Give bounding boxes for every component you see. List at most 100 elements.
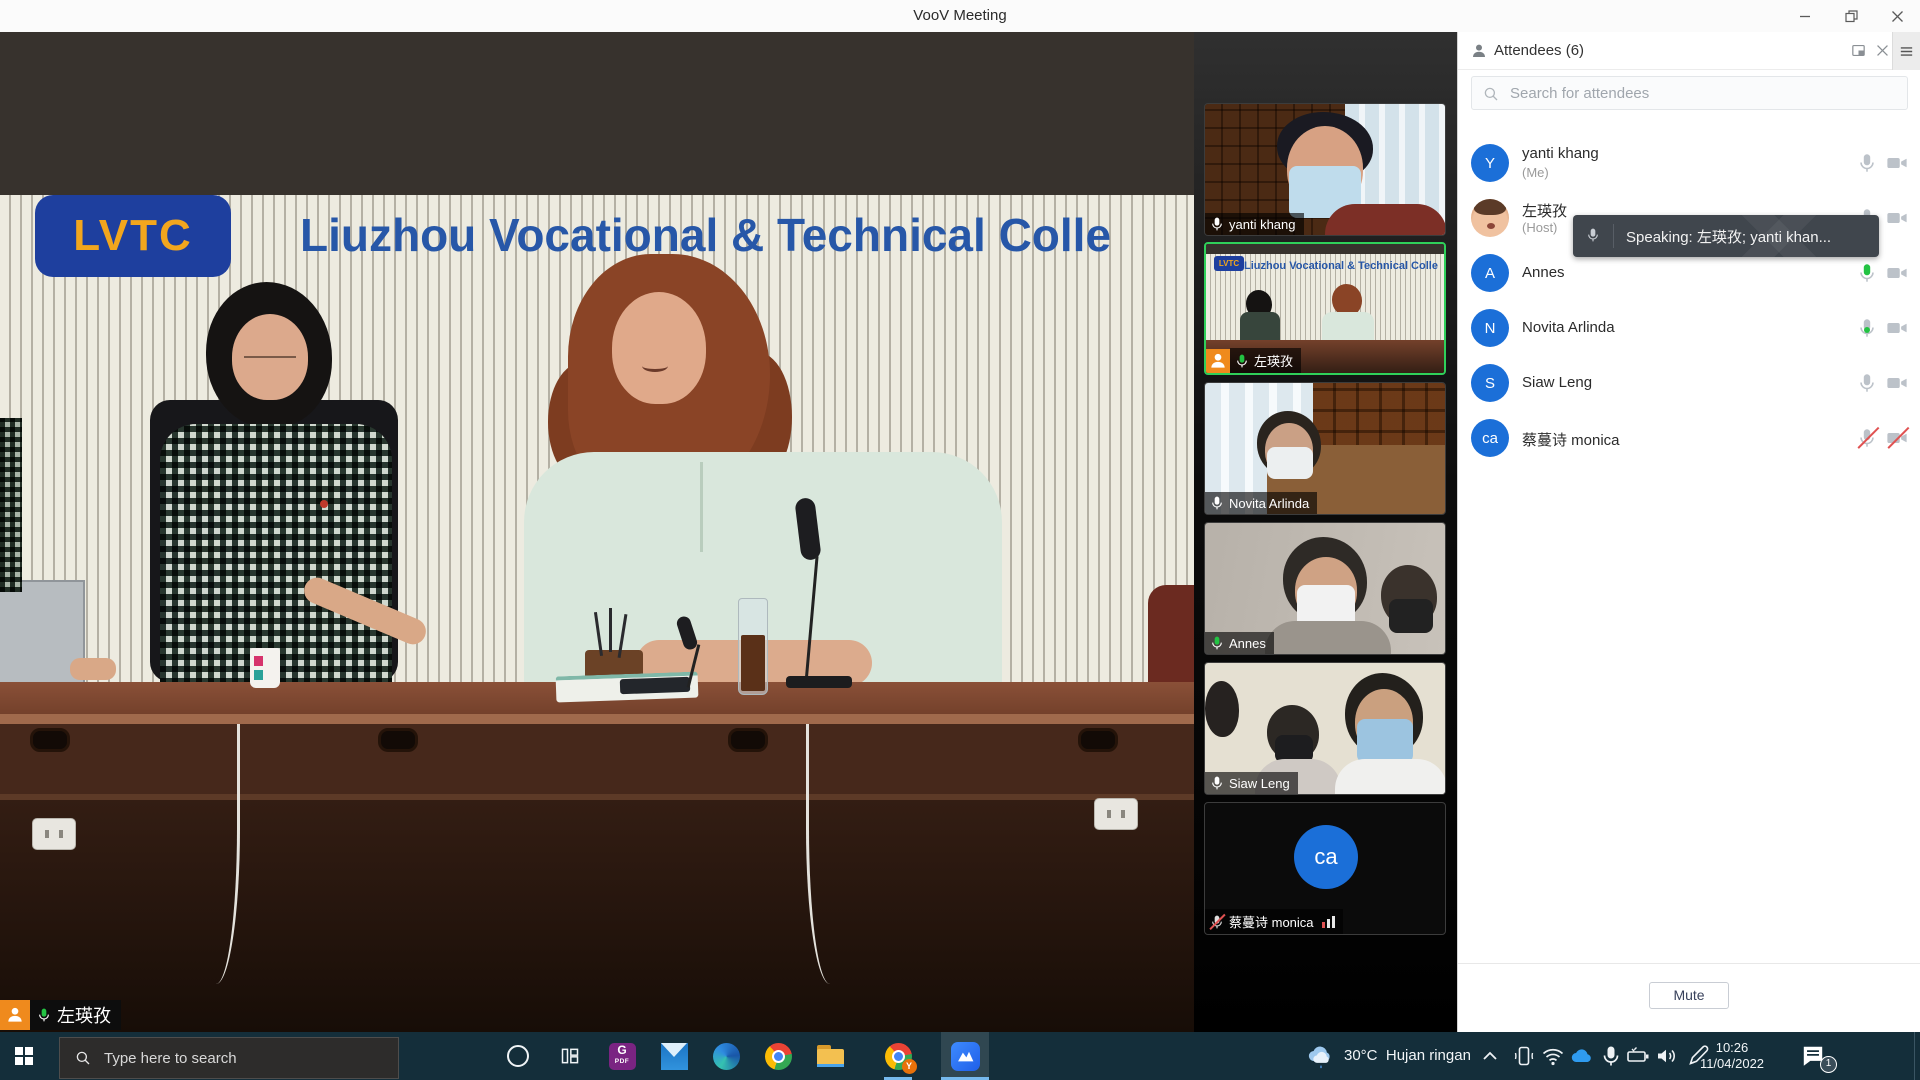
battery-charging-icon[interactable] xyxy=(1626,1044,1650,1068)
camera-icon[interactable] xyxy=(1886,207,1908,229)
mic-icon xyxy=(1585,227,1603,245)
wall-outlet xyxy=(1094,798,1138,830)
attendee-name: Siaw Leng xyxy=(1522,374,1592,391)
video-thumbnail-yanti-khang[interactable]: yanti khang xyxy=(1204,103,1446,236)
avatar: ca xyxy=(1471,419,1509,457)
close-button[interactable] xyxy=(1874,0,1920,32)
show-desktop-button[interactable] xyxy=(1914,1032,1920,1080)
task-view-icon xyxy=(560,1046,580,1066)
mic-speaking-icon[interactable] xyxy=(1856,262,1878,284)
mic-icon xyxy=(1209,775,1225,791)
wifi-icon[interactable] xyxy=(1541,1044,1565,1068)
mic-icon[interactable] xyxy=(1856,152,1878,174)
attendee-search[interactable] xyxy=(1471,76,1908,110)
video-thumbnail-monica[interactable]: ca 蔡蔓诗 monica xyxy=(1204,802,1446,935)
speaking-tooltip: Speaking: 左瑛孜; yanti khan... xyxy=(1573,215,1879,257)
task-view-button[interactable] xyxy=(546,1032,594,1080)
foxit-pdf-button[interactable]: GPDF xyxy=(598,1032,646,1080)
clock-date: 11/04/2022 xyxy=(1690,1056,1774,1072)
woman2-face xyxy=(612,292,706,404)
mic-muted-icon[interactable] xyxy=(1856,427,1878,449)
attendee-name: Annes xyxy=(1522,264,1565,281)
wall-outlet xyxy=(32,818,76,850)
signal-bars-icon xyxy=(1322,916,1335,928)
desk-mic-base xyxy=(786,676,852,688)
mic-icon[interactable] xyxy=(1856,372,1878,394)
video-thumbnail-novita-arlinda[interactable]: Novita Arlinda xyxy=(1204,382,1446,515)
woman1-body xyxy=(160,424,392,684)
weather-text[interactable]: 30°C Hujan ringan xyxy=(1344,1032,1471,1080)
chrome-icon xyxy=(765,1043,792,1070)
video-thumbnail-siaw-leng[interactable]: Siaw Leng xyxy=(1204,662,1446,795)
chrome-button[interactable] xyxy=(754,1032,802,1080)
camera-off-icon[interactable] xyxy=(1886,427,1908,449)
mic-muted-icon xyxy=(1209,914,1225,930)
mail-button[interactable] xyxy=(650,1032,698,1080)
onedrive-icon[interactable] xyxy=(1570,1044,1594,1068)
attendee-row[interactable]: ca 蔡蔓诗 monica xyxy=(1458,411,1920,466)
banner-text: Liuzhou Vocational & Technical Colle xyxy=(300,208,1194,268)
thumbnail-strip: yanti khang LVTC Liuzhou Vocational & Te… xyxy=(1194,32,1457,1032)
edge-button[interactable] xyxy=(702,1032,750,1080)
chrome-profile-button[interactable]: Y xyxy=(874,1032,922,1080)
watermark xyxy=(1719,215,1839,257)
attendee-name: 左瑛孜 xyxy=(1522,200,1567,221)
taskbar-search[interactable]: Type here to search xyxy=(59,1037,399,1079)
camera-icon[interactable] xyxy=(1886,372,1908,394)
mute-button[interactable]: Mute xyxy=(1649,982,1729,1009)
close-panel-icon[interactable] xyxy=(1874,42,1892,60)
avatar: Y xyxy=(1471,144,1509,182)
profile-badge: Y xyxy=(902,1059,917,1074)
notification-center-button[interactable]: 1 xyxy=(1800,1043,1830,1069)
woman1-clip-mic xyxy=(320,500,328,508)
start-button[interactable] xyxy=(0,1032,48,1080)
voov-meeting-button[interactable] xyxy=(941,1032,989,1080)
main-video: LVTC Liuzhou Vocational & Technical Coll… xyxy=(0,32,1194,1032)
thumbnail-label: yanti khang xyxy=(1205,213,1304,235)
mini-banner-text: Liuzhou Vocational & Technical Colle xyxy=(1244,260,1444,272)
lvtc-logo: LVTC xyxy=(35,195,231,277)
restore-button[interactable] xyxy=(1828,0,1874,32)
edge-icon xyxy=(713,1043,740,1070)
mic-speaking-icon xyxy=(1209,635,1225,651)
camera-icon[interactable] xyxy=(1886,262,1908,284)
tray-microphone-icon[interactable] xyxy=(1599,1044,1623,1068)
attendees-person-icon xyxy=(1470,42,1488,60)
search-input[interactable] xyxy=(1508,77,1898,109)
weather-icon[interactable] xyxy=(1306,1041,1336,1071)
thumbnail-name: Annes xyxy=(1229,636,1266,651)
camera-icon[interactable] xyxy=(1886,152,1908,174)
thumbnail-name: yanti khang xyxy=(1229,217,1296,232)
attendee-name: yanti khang xyxy=(1522,145,1599,162)
popout-icon[interactable] xyxy=(1850,42,1868,60)
phone-icon[interactable] xyxy=(1512,1044,1536,1068)
attendee-row[interactable]: Y yanti khang (Me) xyxy=(1458,136,1920,191)
mini-woman2-body xyxy=(1322,312,1374,340)
file-explorer-icon xyxy=(817,1045,844,1067)
meeting-content: LVTC Liuzhou Vocational & Technical Coll… xyxy=(0,32,1920,1032)
video-thumbnail-annes[interactable]: Annes xyxy=(1204,522,1446,655)
mic-icon xyxy=(1209,495,1225,511)
woman2-collar xyxy=(700,462,703,552)
search-icon xyxy=(74,1049,92,1067)
cortana-button[interactable] xyxy=(494,1032,542,1080)
host-badge-icon xyxy=(1206,349,1230,373)
taskbar-search-placeholder: Type here to search xyxy=(104,1050,237,1067)
taskbar-clock[interactable]: 10:26 11/04/2022 xyxy=(1690,1040,1774,1072)
attendee-row[interactable]: N Novita Arlinda xyxy=(1458,301,1920,356)
panel-menu-icon[interactable] xyxy=(1892,32,1920,70)
chevron-up-icon[interactable] xyxy=(1478,1044,1502,1068)
attendee-row[interactable]: S Siaw Leng xyxy=(1458,356,1920,411)
minimize-button[interactable] xyxy=(1782,0,1828,32)
file-explorer-button[interactable] xyxy=(806,1032,854,1080)
mic-active-icon[interactable] xyxy=(1856,317,1878,339)
camera-icon[interactable] xyxy=(1886,317,1908,339)
thumbnail-name: Novita Arlinda xyxy=(1229,496,1309,511)
volume-icon[interactable] xyxy=(1655,1044,1679,1068)
woman2-smile xyxy=(642,360,668,372)
attendees-title: Attendees (6) xyxy=(1494,32,1584,70)
face-mask xyxy=(1267,447,1313,479)
video-thumbnail-zuo-yingzi[interactable]: LVTC Liuzhou Vocational & Technical Coll… xyxy=(1204,242,1446,375)
windows-logo-icon xyxy=(15,1047,33,1065)
host-badge-icon xyxy=(0,1000,30,1030)
